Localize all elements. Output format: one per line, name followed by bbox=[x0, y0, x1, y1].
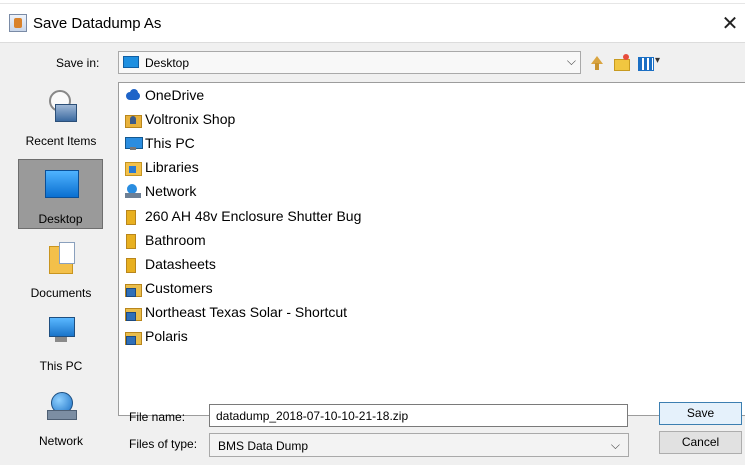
file-type-select[interactable]: BMS Data Dump ⌵ bbox=[209, 433, 629, 457]
place-recent-items[interactable]: Recent Items bbox=[9, 82, 113, 152]
file-type-label: Files of type: bbox=[129, 437, 198, 451]
folder-icon bbox=[125, 257, 141, 273]
file-name-input[interactable] bbox=[209, 404, 628, 427]
documents-icon bbox=[45, 242, 77, 274]
place-desktop[interactable]: Desktop bbox=[18, 159, 103, 229]
places-bar: Recent Items Desktop Documents This PC N… bbox=[9, 82, 113, 458]
list-item-label: Polaris bbox=[145, 328, 188, 344]
list-item-label: 260 AH 48v Enclosure Shutter Bug bbox=[145, 208, 362, 224]
shortcut-folder-icon bbox=[125, 281, 142, 297]
save-dialog: Save in: Desktop ⌵ Recent Items Desktop … bbox=[0, 42, 745, 465]
this-pc-icon bbox=[45, 315, 77, 347]
network-icon bbox=[45, 390, 77, 422]
place-documents[interactable]: Documents bbox=[9, 234, 113, 304]
list-item-label: OneDrive bbox=[145, 87, 205, 103]
desktop-icon bbox=[123, 56, 139, 68]
chevron-down-icon[interactable]: ⌵ bbox=[611, 438, 620, 453]
save-in-combo[interactable]: Desktop ⌵ bbox=[118, 51, 581, 74]
close-button[interactable]: ✕ bbox=[716, 10, 744, 38]
place-label: Documents bbox=[30, 286, 92, 300]
cancel-button[interactable]: Cancel bbox=[659, 431, 742, 454]
place-network[interactable]: Network bbox=[9, 382, 113, 452]
list-item[interactable]: OneDrive bbox=[125, 85, 204, 105]
list-item[interactable]: Voltronix Shop bbox=[125, 109, 235, 129]
shortcut-folder-icon bbox=[125, 329, 142, 345]
chevron-down-icon[interactable]: ⌵ bbox=[567, 54, 576, 69]
list-item[interactable]: Bathroom bbox=[125, 230, 206, 250]
save-in-label: Save in: bbox=[56, 56, 100, 70]
list-item-label: Voltronix Shop bbox=[145, 111, 236, 127]
computer-icon bbox=[125, 136, 143, 150]
list-item[interactable]: Customers bbox=[125, 278, 213, 298]
place-label: Recent Items bbox=[25, 134, 97, 148]
file-type-value: BMS Data Dump bbox=[218, 439, 309, 453]
list-item-label: Bathroom bbox=[145, 232, 206, 248]
save-in-value: Desktop bbox=[145, 56, 190, 70]
list-item-label: Network bbox=[145, 183, 197, 199]
up-one-level-icon[interactable] bbox=[587, 54, 607, 72]
list-item[interactable]: This PC bbox=[125, 133, 195, 153]
save-button[interactable]: Save bbox=[659, 402, 742, 425]
network-icon bbox=[125, 184, 141, 198]
shortcut-folder-icon bbox=[125, 305, 142, 321]
place-this-pc[interactable]: This PC bbox=[9, 307, 113, 377]
place-label: This PC bbox=[39, 359, 83, 373]
libraries-icon bbox=[125, 160, 142, 176]
list-item-label: Datasheets bbox=[145, 256, 216, 272]
desktop-icon bbox=[45, 168, 79, 200]
list-item[interactable]: Datasheets bbox=[125, 254, 216, 274]
file-name-label: File name: bbox=[129, 410, 186, 424]
place-label: Desktop bbox=[38, 212, 83, 226]
onedrive-icon bbox=[125, 88, 141, 102]
view-menu-icon[interactable] bbox=[636, 54, 666, 72]
window-title: Save Datadump As bbox=[33, 15, 162, 32]
place-label: Network bbox=[38, 434, 83, 448]
list-item[interactable]: Northeast Texas Solar - Shortcut bbox=[125, 302, 347, 322]
list-item[interactable]: Libraries bbox=[125, 157, 199, 177]
user-folder-icon bbox=[125, 112, 142, 128]
folder-icon bbox=[125, 233, 141, 249]
title-bar: Save Datadump As ✕ bbox=[0, 4, 745, 42]
list-item[interactable]: 260 AH 48v Enclosure Shutter Bug bbox=[125, 206, 361, 226]
recent-items-icon bbox=[45, 90, 77, 122]
list-item-label: This PC bbox=[145, 135, 195, 151]
file-list[interactable]: OneDrive Voltronix Shop This PC Librarie… bbox=[118, 82, 745, 416]
new-folder-icon[interactable] bbox=[612, 54, 632, 72]
java-app-icon bbox=[9, 14, 27, 32]
folder-icon bbox=[125, 209, 141, 225]
list-item-label: Customers bbox=[145, 280, 213, 296]
list-item-label: Northeast Texas Solar - Shortcut bbox=[145, 304, 348, 320]
list-item-label: Libraries bbox=[145, 159, 199, 175]
list-item[interactable]: Network bbox=[125, 181, 196, 201]
list-item[interactable]: Polaris bbox=[125, 326, 188, 346]
